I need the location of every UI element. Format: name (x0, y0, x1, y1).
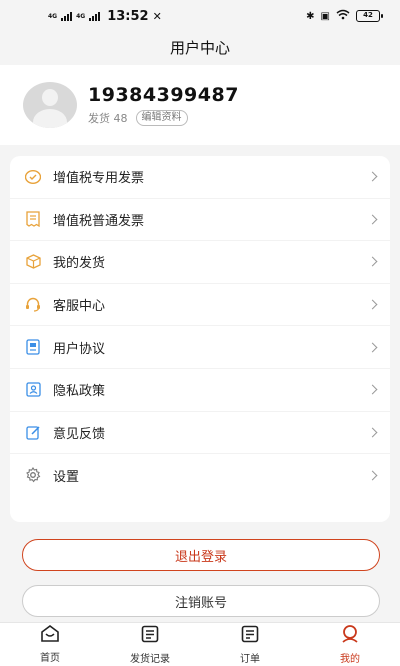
network-type-2: 4G (76, 12, 86, 20)
menu-item-label: 隐私政策 (53, 384, 106, 400)
document-icon (141, 625, 159, 647)
menu-list: 增值税专用发票 增值税普通发票 我的发货 客服中心 用户协议 隐私政策 意见反馈… (10, 156, 390, 522)
headset-icon (25, 297, 41, 313)
tab-label: 我的 (340, 653, 360, 665)
chevron-right-icon (367, 384, 378, 395)
home-icon (40, 625, 60, 646)
chevron-right-icon (367, 470, 378, 481)
network-status: 4G 4G 13:52 ✕ (48, 9, 162, 24)
menu-item-my-shipments[interactable]: 我的发货 (10, 241, 390, 284)
chevron-right-icon (367, 299, 378, 310)
tab-home[interactable]: 首页 (0, 623, 100, 666)
menu-item-label: 客服中心 (53, 299, 106, 315)
network-type-1: 4G (48, 12, 58, 20)
avatar[interactable] (23, 82, 77, 128)
menu-item-customer-service[interactable]: 客服中心 (10, 284, 390, 327)
menu-item-label: 增值税普通发票 (53, 213, 145, 229)
vibrate-icon: ▣ (320, 10, 330, 22)
tab-label: 发货记录 (130, 653, 170, 665)
menu-item-privacy-policy[interactable]: 隐私政策 (10, 369, 390, 412)
menu-item-label: 我的发货 (53, 256, 106, 272)
status-bar: 4G 4G 13:52 ✕ ✱ ▣ 42 (0, 0, 400, 32)
wifi-icon (336, 9, 350, 23)
signal-icon (89, 11, 101, 21)
cancel-account-button[interactable]: 注销账号 (22, 585, 380, 617)
bottom-tab-bar: 首页 发货记录 订单 我的 (0, 622, 400, 666)
menu-item-normal-invoice[interactable]: 增值税普通发票 (10, 199, 390, 242)
tab-orders[interactable]: 订单 (200, 623, 300, 666)
menu-item-label: 用户协议 (53, 341, 106, 357)
special-invoice-icon (25, 169, 41, 185)
tab-label: 首页 (40, 653, 60, 664)
menu-item-settings[interactable]: 设置 (10, 454, 390, 497)
user-phone: 19384399487 (88, 84, 239, 106)
battery-icon: 42 (356, 10, 383, 22)
menu-item-label: 设置 (53, 469, 80, 485)
gear-icon (25, 467, 41, 483)
page-title: 用户中心 (0, 32, 400, 62)
bluetooth-icon: ✱ (306, 10, 315, 22)
clock: 13:52 (107, 8, 149, 24)
menu-item-feedback[interactable]: 意见反馈 (10, 412, 390, 455)
profile-icon (340, 624, 360, 647)
agreement-icon (25, 339, 41, 355)
shipment-count: 发货 48 (88, 112, 128, 125)
chevron-right-icon (367, 171, 378, 182)
menu-item-label: 意见反馈 (53, 426, 106, 442)
chevron-right-icon (367, 342, 378, 353)
privacy-icon (25, 382, 41, 398)
receipt-icon (25, 211, 41, 228)
menu-item-special-invoice[interactable]: 增值税专用发票 (10, 156, 390, 199)
tab-mine[interactable]: 我的 (300, 623, 400, 666)
logout-button[interactable]: 退出登录 (22, 539, 380, 571)
edit-feedback-icon (25, 424, 41, 440)
menu-item-label: 增值税专用发票 (53, 171, 145, 187)
box-icon (25, 254, 41, 270)
order-icon (241, 625, 259, 647)
tools-icon: ✕ (152, 9, 162, 23)
chevron-right-icon (367, 427, 378, 438)
tab-shipping-records[interactable]: 发货记录 (100, 623, 200, 666)
menu-item-user-agreement[interactable]: 用户协议 (10, 326, 390, 369)
profile-header[interactable]: 19384399487 发货 48 编辑资料 (0, 65, 400, 145)
signal-icon (61, 11, 73, 21)
edit-profile-button[interactable]: 编辑资料 (135, 110, 188, 126)
chevron-right-icon (367, 214, 378, 225)
tab-label: 订单 (240, 653, 260, 665)
chevron-right-icon (367, 257, 378, 267)
